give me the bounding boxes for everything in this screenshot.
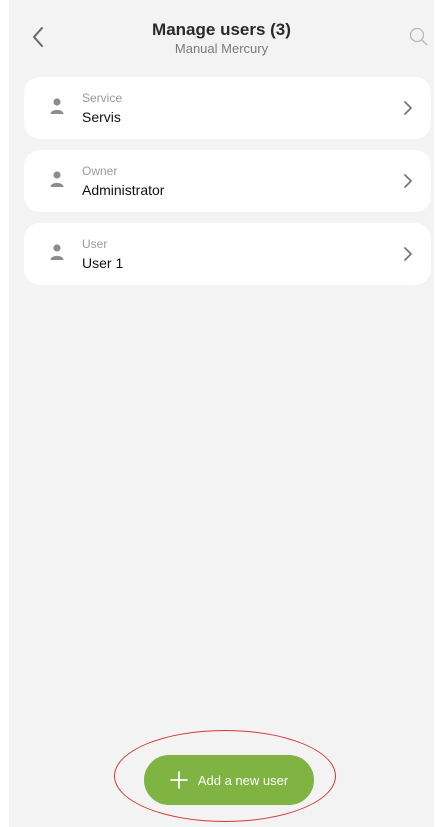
search-icon xyxy=(409,27,428,46)
user-name: User 1 xyxy=(82,255,124,271)
person-icon xyxy=(50,98,64,114)
user-role: Service xyxy=(82,91,123,105)
user-item-service[interactable]: Service Servis xyxy=(24,77,431,139)
page-title: Manage users (3) xyxy=(152,20,291,39)
user-name: Administrator xyxy=(82,182,165,198)
user-name: Servis xyxy=(82,109,121,125)
person-icon xyxy=(50,171,64,187)
header: Manage users (3) Manual Mercury xyxy=(9,0,434,70)
chevron-right-icon xyxy=(404,174,412,188)
add-user-button[interactable]: Add a new user xyxy=(144,755,314,805)
user-role: User xyxy=(82,237,108,251)
plus-icon xyxy=(169,771,188,789)
add-user-label: Add a new user xyxy=(197,772,289,788)
add-user-area: Add a new user xyxy=(114,730,336,822)
chevron-right-icon xyxy=(404,101,412,115)
user-item-user[interactable]: User User 1 xyxy=(24,223,431,285)
user-list: Service Servis Owner Administrator User xyxy=(24,77,431,296)
page-subtitle: Manual Mercury xyxy=(174,41,269,56)
user-role: Owner xyxy=(82,164,118,178)
person-icon xyxy=(50,244,64,260)
app-screen: Manage users (3) Manual Mercury Service … xyxy=(9,0,434,827)
chevron-right-icon xyxy=(404,247,412,261)
user-item-owner[interactable]: Owner Administrator xyxy=(24,150,431,212)
search-button[interactable] xyxy=(406,24,432,50)
